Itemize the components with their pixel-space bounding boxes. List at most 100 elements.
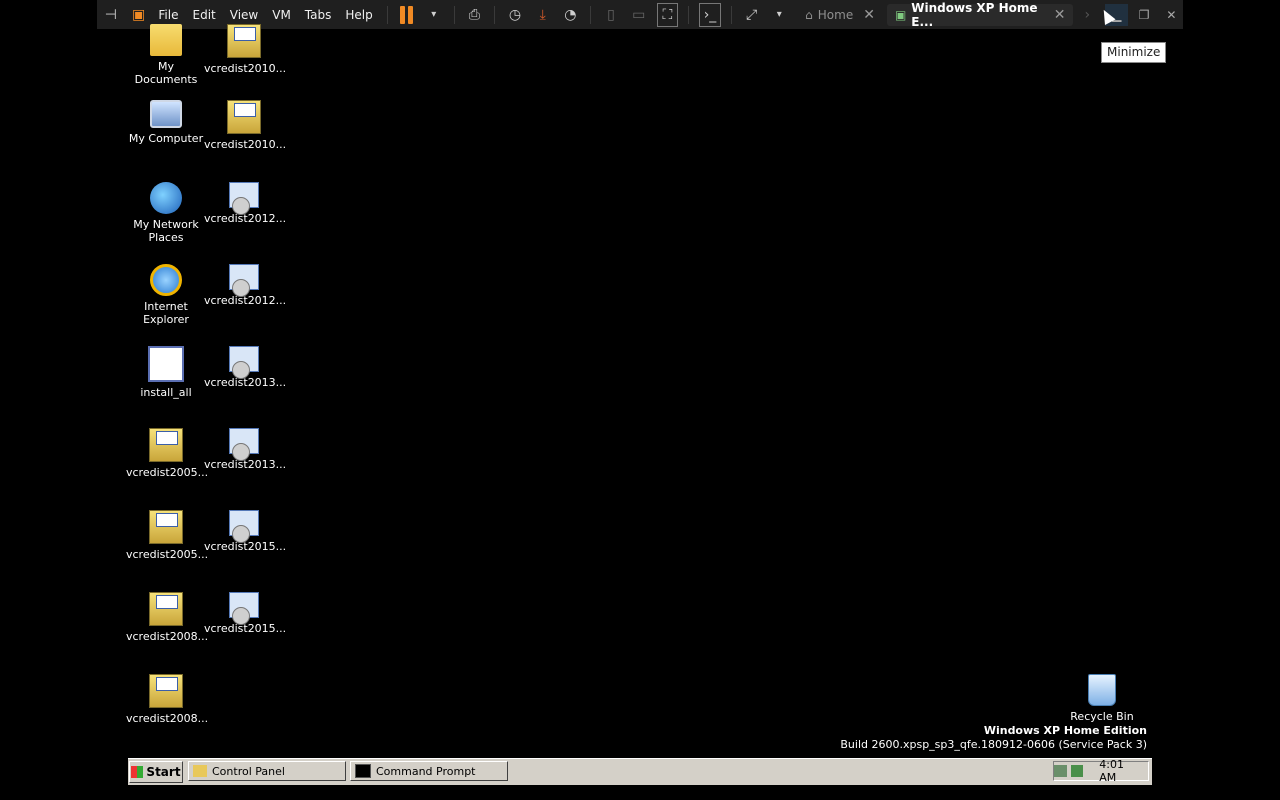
- icon-label: My Computer: [128, 132, 204, 145]
- installer-box-icon: [227, 100, 261, 134]
- pause-icon[interactable]: [399, 5, 414, 24]
- desktop-icon-vcredist2005-b[interactable]: vcredist2005...: [126, 510, 209, 561]
- folder-icon: [193, 765, 207, 777]
- icon-label: Internet Explorer: [143, 300, 189, 326]
- safely-remove-icon[interactable]: [1070, 765, 1084, 777]
- os-build: Build 2600.xpsp_sp3_qfe.180912-0606 (Ser…: [840, 738, 1147, 751]
- revert-snapshot-icon[interactable]: ⤓: [533, 4, 553, 26]
- installer-box-icon: [227, 24, 261, 58]
- desktop-icon-my-computer[interactable]: My Computer: [126, 100, 206, 145]
- desktop-icon-my-documents[interactable]: My Documents: [126, 24, 206, 86]
- home-icon: ⌂: [805, 7, 813, 22]
- desktop-icon-vcredist2010-b[interactable]: vcredist2010...: [204, 100, 287, 151]
- console-icon[interactable]: ›_: [699, 2, 721, 27]
- menu-tabs[interactable]: Tabs: [305, 8, 332, 22]
- system-tray: 4:01 AM: [1053, 758, 1149, 784]
- vmware-logo-icon: ▣: [131, 6, 146, 23]
- installer-cd-icon: [229, 510, 259, 543]
- command-prompt-icon: [355, 764, 371, 778]
- icon-label: install_all: [140, 386, 192, 399]
- icon-label: vcredist2010...: [204, 62, 287, 75]
- send-ctrl-alt-del-icon[interactable]: ⎙: [465, 4, 485, 26]
- menu-vm[interactable]: VM: [272, 8, 291, 22]
- installer-cd-icon: [229, 182, 259, 215]
- library-icon[interactable]: ▯: [601, 4, 621, 26]
- separator: [590, 5, 592, 24]
- tab-windows-xp[interactable]: ▣ Windows XP Home E... ✕: [886, 0, 1074, 29]
- tab-home-label: Home: [817, 7, 854, 22]
- menu-edit[interactable]: Edit: [193, 8, 216, 22]
- installer-box-icon: [149, 592, 183, 626]
- desktop-icon-vcredist2010-a[interactable]: vcredist2010...: [204, 24, 287, 75]
- separator: [386, 5, 388, 24]
- fullscreen-icon[interactable]: ⛶: [656, 2, 679, 27]
- recycle-bin-icon: [1088, 674, 1116, 706]
- separator: [688, 5, 690, 24]
- installer-box-icon: [149, 510, 183, 544]
- desktop-icon-vcredist2013-a[interactable]: vcredist2013...: [204, 346, 286, 389]
- thumbnail-bar-icon[interactable]: ▭: [629, 4, 649, 26]
- network-globe-icon: [150, 182, 182, 214]
- close-window-button[interactable]: ✕: [1160, 4, 1183, 26]
- windows-flag-icon: [131, 766, 144, 778]
- installer-cd-icon: [229, 592, 259, 625]
- desktop-icon-vcredist2008-b[interactable]: vcredist2008...: [126, 674, 209, 725]
- taskbar: Start Control Panel Command Prompt 4:01 …: [128, 758, 1152, 785]
- desktop-icon-internet-explorer[interactable]: Internet Explorer: [126, 264, 206, 326]
- desktop-icon-vcredist2015-b[interactable]: vcredist2015...: [204, 592, 286, 635]
- network-status-icon[interactable]: [1053, 765, 1067, 777]
- os-edition: Windows XP Home Edition: [983, 724, 1147, 737]
- installer-cd-icon: [229, 428, 259, 461]
- scroll-right-icon[interactable]: ›: [1077, 4, 1097, 26]
- restore-button[interactable]: ❐: [1132, 4, 1155, 26]
- folder-icon: [150, 24, 182, 56]
- os-version-watermark: Windows XP Home Edition Build 2600.xpsp_…: [840, 724, 1147, 752]
- desktop-icon-vcredist2013-b[interactable]: vcredist2013...: [204, 428, 286, 471]
- start-button[interactable]: Start: [129, 761, 183, 783]
- icon-label: vcredist2008...: [126, 712, 209, 725]
- stretch-icon[interactable]: ⤢: [742, 4, 762, 26]
- menu-file[interactable]: File: [158, 8, 178, 22]
- desktop-icon-vcredist2012-a[interactable]: vcredist2012...: [204, 182, 286, 225]
- snapshot-icon[interactable]: ◷: [505, 4, 525, 26]
- menu-help[interactable]: Help: [345, 8, 372, 22]
- chevron-down-icon[interactable]: ▾: [424, 4, 444, 26]
- tooltip: Minimize: [1101, 42, 1167, 63]
- internet-explorer-icon: [150, 264, 182, 296]
- chevron-down-icon[interactable]: ▾: [769, 4, 789, 26]
- taskbar-item-command-prompt[interactable]: Command Prompt: [350, 761, 508, 781]
- vm-icon: ▣: [894, 7, 907, 22]
- desktop-icon-vcredist2015-a[interactable]: vcredist2015...: [204, 510, 286, 553]
- clock[interactable]: 4:01 AM: [1099, 758, 1140, 784]
- snapshot-manager-icon[interactable]: ◔: [561, 4, 581, 26]
- unpin-icon[interactable]: ⊣: [101, 4, 121, 26]
- icon-label: vcredist2005...: [126, 548, 209, 561]
- menu-view[interactable]: View: [230, 8, 258, 22]
- desktop-icon-install-all[interactable]: install_all: [126, 346, 206, 399]
- desktop-icon-my-network-places[interactable]: My Network Places: [126, 182, 206, 244]
- close-icon[interactable]: ✕: [1054, 7, 1066, 23]
- task-label: Control Panel: [212, 764, 285, 778]
- start-label: Start: [146, 765, 181, 779]
- icon-label: vcredist2010...: [204, 138, 287, 151]
- installer-cd-icon: [229, 264, 259, 297]
- installer-box-icon: [149, 428, 183, 462]
- separator: [730, 5, 732, 24]
- task-label: Command Prompt: [376, 764, 476, 778]
- icon-label: vcredist2008...: [126, 630, 209, 643]
- desktop-icon-vcredist2005-a[interactable]: vcredist2005...: [126, 428, 208, 479]
- icon-label: My Documents: [134, 60, 198, 86]
- desktop-icon-recycle-bin[interactable]: Recycle Bin: [1062, 674, 1142, 723]
- installer-box-icon: [149, 674, 183, 708]
- taskbar-item-control-panel[interactable]: Control Panel: [188, 761, 346, 781]
- desktop-icon-vcredist2008-a[interactable]: vcredist2008...: [126, 592, 209, 643]
- computer-icon: [150, 100, 182, 128]
- batch-file-icon: [148, 346, 184, 382]
- icon-label: My Network Places: [133, 218, 199, 244]
- installer-cd-icon: [229, 346, 259, 379]
- close-icon[interactable]: ✕: [863, 7, 875, 23]
- separator: [453, 5, 455, 24]
- tab-windows-xp-label: Windows XP Home E...: [911, 0, 1038, 29]
- tab-home[interactable]: ⌂ Home ✕: [797, 4, 883, 26]
- desktop-icon-vcredist2012-b[interactable]: vcredist2012...: [204, 264, 286, 307]
